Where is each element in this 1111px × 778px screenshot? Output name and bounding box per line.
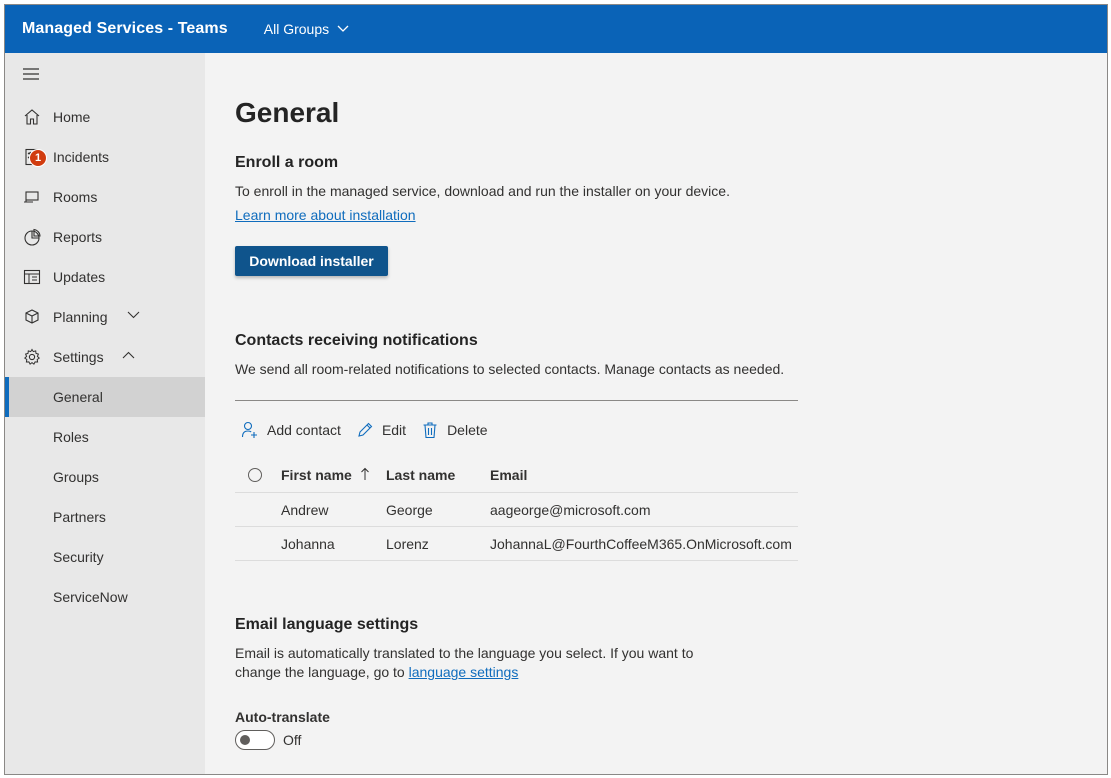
delete-label: Delete <box>447 422 488 438</box>
planning-icon <box>25 309 39 324</box>
page-title: General <box>235 97 340 128</box>
sidebar-item-general[interactable]: General <box>5 377 205 417</box>
sidebar-item-reports[interactable]: Reports <box>5 217 205 257</box>
enroll-description: To enroll in the managed service, downlo… <box>235 183 730 199</box>
app-window: Managed Services - Teams All Groups Home… <box>4 4 1108 775</box>
chevron-down-icon[interactable] <box>127 311 140 319</box>
email-language-description: Email is automatically translated to the… <box>235 645 694 661</box>
email-cell: JohannaL@FourthCoffeeM365.OnMicrosoft.co… <box>490 536 792 552</box>
sidebar-item-home[interactable]: Home <box>5 97 205 137</box>
chevron-up-icon[interactable] <box>122 351 135 359</box>
sidebar-item-planning[interactable]: Planning <box>5 297 205 337</box>
sidebar-item-label: Settings <box>53 349 104 365</box>
sidebar-item-updates[interactable]: Updates <box>5 257 205 297</box>
sidebar-item-label: Rooms <box>53 189 98 205</box>
sidebar-item-rooms[interactable]: Rooms <box>5 177 205 217</box>
column-header-last-name[interactable]: Last name <box>386 467 455 483</box>
updates-icon <box>23 269 41 285</box>
chevron-down-icon <box>337 25 349 32</box>
sidebar-item-label: Reports <box>53 229 103 245</box>
sidebar-item-label: Groups <box>53 469 99 485</box>
sidebar-item-label: ServiceNow <box>53 589 128 605</box>
sort-ascending-icon <box>360 467 369 480</box>
sidebar-item-partners[interactable]: Partners <box>5 497 205 537</box>
last-name-cell: George <box>386 502 433 518</box>
incidents-count-badge: 1 <box>29 149 47 167</box>
sidebar-item-label: Incidents <box>53 149 110 165</box>
email-language-description-line2: change the language, go to language sett… <box>235 663 518 682</box>
auto-translate-label: Auto-translate <box>235 709 330 725</box>
email-language-heading: Email language settings <box>235 616 419 633</box>
toggle-knob <box>240 735 250 745</box>
home-icon <box>24 109 40 125</box>
toggle-state-label: Off <box>283 732 302 748</box>
add-contact-label: Add contact <box>267 422 341 438</box>
pencil-icon <box>358 422 373 437</box>
column-header-first-name[interactable]: First name <box>281 467 370 483</box>
group-selector-label: All Groups <box>263 21 330 37</box>
app-title: Managed Services - Teams <box>22 20 228 37</box>
top-bar: Managed Services - Teams All Groups <box>5 5 1107 53</box>
contacts-table: First name Last name Email Andrew George… <box>235 456 798 561</box>
auto-translate-toggle[interactable] <box>235 730 275 750</box>
download-installer-button[interactable]: Download installer <box>235 246 388 276</box>
sidebar-item-security[interactable]: Security <box>5 537 205 577</box>
rooms-icon <box>24 191 39 203</box>
sidebar-item-label: Security <box>53 549 104 565</box>
table-header-row: First name Last name Email <box>235 456 798 493</box>
sidebar-item-label: Updates <box>53 269 106 285</box>
sidebar: Home Incidents Rooms Reports Updates Pla… <box>5 53 205 774</box>
edit-button[interactable]: Edit <box>356 421 406 439</box>
last-name-cell: Lorenz <box>386 536 429 552</box>
trash-icon <box>423 422 437 439</box>
hamburger-menu-icon[interactable] <box>22 67 40 81</box>
sidebar-nav: Home Incidents Rooms Reports Updates Pla… <box>5 97 205 617</box>
contacts-description: We send all room-related notifications t… <box>235 361 785 377</box>
sidebar-item-label: Home <box>53 109 91 125</box>
add-person-icon <box>241 421 257 438</box>
select-all-radio[interactable] <box>248 468 262 482</box>
first-name-cell: Andrew <box>281 502 329 518</box>
sidebar-item-roles[interactable]: Roles <box>5 417 205 457</box>
edit-label: Edit <box>381 422 407 438</box>
contacts-heading: Contacts receiving notifications <box>235 332 478 349</box>
email-cell: aageorge@microsoft.com <box>490 502 651 518</box>
divider <box>235 400 798 401</box>
learn-more-link[interactable]: Learn more about installation <box>235 206 416 225</box>
sidebar-item-label: Roles <box>53 429 89 445</box>
delete-button[interactable]: Delete <box>421 421 488 439</box>
table-row[interactable]: Andrew George aageorge@microsoft.com <box>235 493 798 527</box>
add-contact-button[interactable]: Add contact <box>241 421 341 439</box>
sidebar-item-settings[interactable]: Settings <box>5 337 205 377</box>
sidebar-item-label: Planning <box>53 309 108 325</box>
reports-icon <box>24 228 41 246</box>
sidebar-item-groups[interactable]: Groups <box>5 457 205 497</box>
email-language-description-text: change the language, go to <box>235 664 405 680</box>
first-name-cell: Johanna <box>281 536 335 552</box>
sidebar-item-label: General <box>53 389 103 405</box>
settings-icon <box>24 348 40 365</box>
language-settings-link[interactable]: language settings <box>409 664 519 680</box>
column-header-email[interactable]: Email <box>490 467 527 483</box>
column-header-label: First name <box>281 467 352 483</box>
enroll-heading: Enroll a room <box>235 154 339 171</box>
contacts-toolbar: Add contact Edit Delete <box>241 421 503 439</box>
sidebar-item-label: Partners <box>53 509 106 525</box>
group-selector[interactable]: All Groups <box>264 21 349 37</box>
table-row[interactable]: Johanna Lorenz JohannaL@FourthCoffeeM365… <box>235 527 798 561</box>
sidebar-item-servicenow[interactable]: ServiceNow <box>5 577 205 617</box>
